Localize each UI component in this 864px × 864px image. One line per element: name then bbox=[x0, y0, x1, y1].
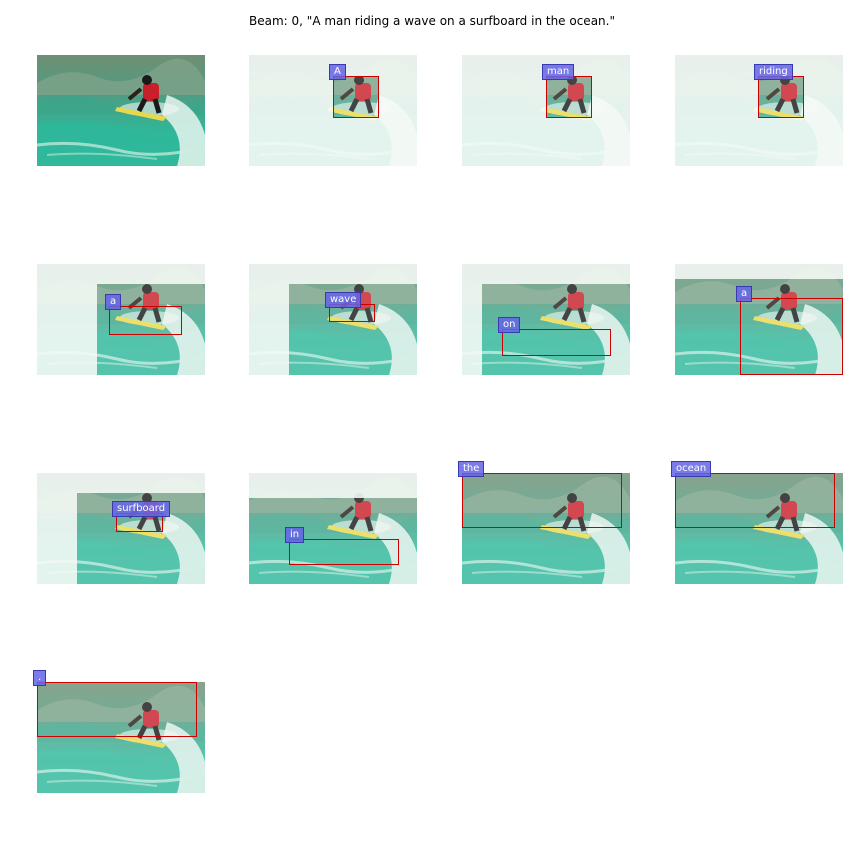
word-label: A bbox=[329, 64, 346, 80]
attention-panel: a bbox=[37, 264, 207, 375]
attention-box bbox=[289, 539, 399, 565]
word-label: the bbox=[458, 461, 485, 477]
attention-panel: riding bbox=[675, 55, 843, 166]
word-label: riding bbox=[754, 64, 793, 80]
word-label: a bbox=[105, 294, 122, 310]
word-label: . bbox=[33, 670, 47, 686]
attention-panel: A bbox=[249, 55, 417, 166]
attention-panel: a bbox=[675, 264, 843, 375]
original-image-panel bbox=[37, 55, 205, 166]
attention-box bbox=[758, 76, 804, 118]
word-label: ocean bbox=[671, 461, 712, 477]
attention-box bbox=[462, 473, 622, 528]
attention-panel: the bbox=[458, 461, 630, 584]
figure-title: Beam: 0, "A man riding a wave on a surfb… bbox=[249, 14, 615, 28]
attention-panel: on bbox=[462, 264, 630, 375]
attention-box bbox=[37, 682, 197, 737]
attention-box bbox=[502, 329, 611, 356]
attention-panel: man bbox=[462, 55, 630, 166]
attention-panel: surfboard bbox=[37, 473, 205, 584]
word-label: man bbox=[542, 64, 575, 80]
attention-box bbox=[675, 473, 835, 528]
attention-mask bbox=[462, 264, 630, 375]
surf-photo-0 bbox=[37, 55, 205, 166]
attention-panel: . bbox=[33, 670, 205, 793]
word-label: surfboard bbox=[112, 501, 171, 517]
word-label: a bbox=[736, 286, 753, 302]
attention-panel: wave bbox=[249, 264, 417, 375]
attention-box bbox=[109, 306, 182, 335]
word-label: wave bbox=[325, 292, 362, 308]
word-label: on bbox=[498, 317, 521, 333]
attention-box bbox=[546, 76, 592, 118]
attention-box bbox=[740, 298, 843, 375]
attention-panel: in bbox=[249, 473, 417, 584]
word-label: in bbox=[285, 527, 305, 543]
attention-mask bbox=[249, 473, 417, 584]
attention-box bbox=[333, 76, 379, 118]
attention-panel: ocean bbox=[671, 461, 843, 584]
